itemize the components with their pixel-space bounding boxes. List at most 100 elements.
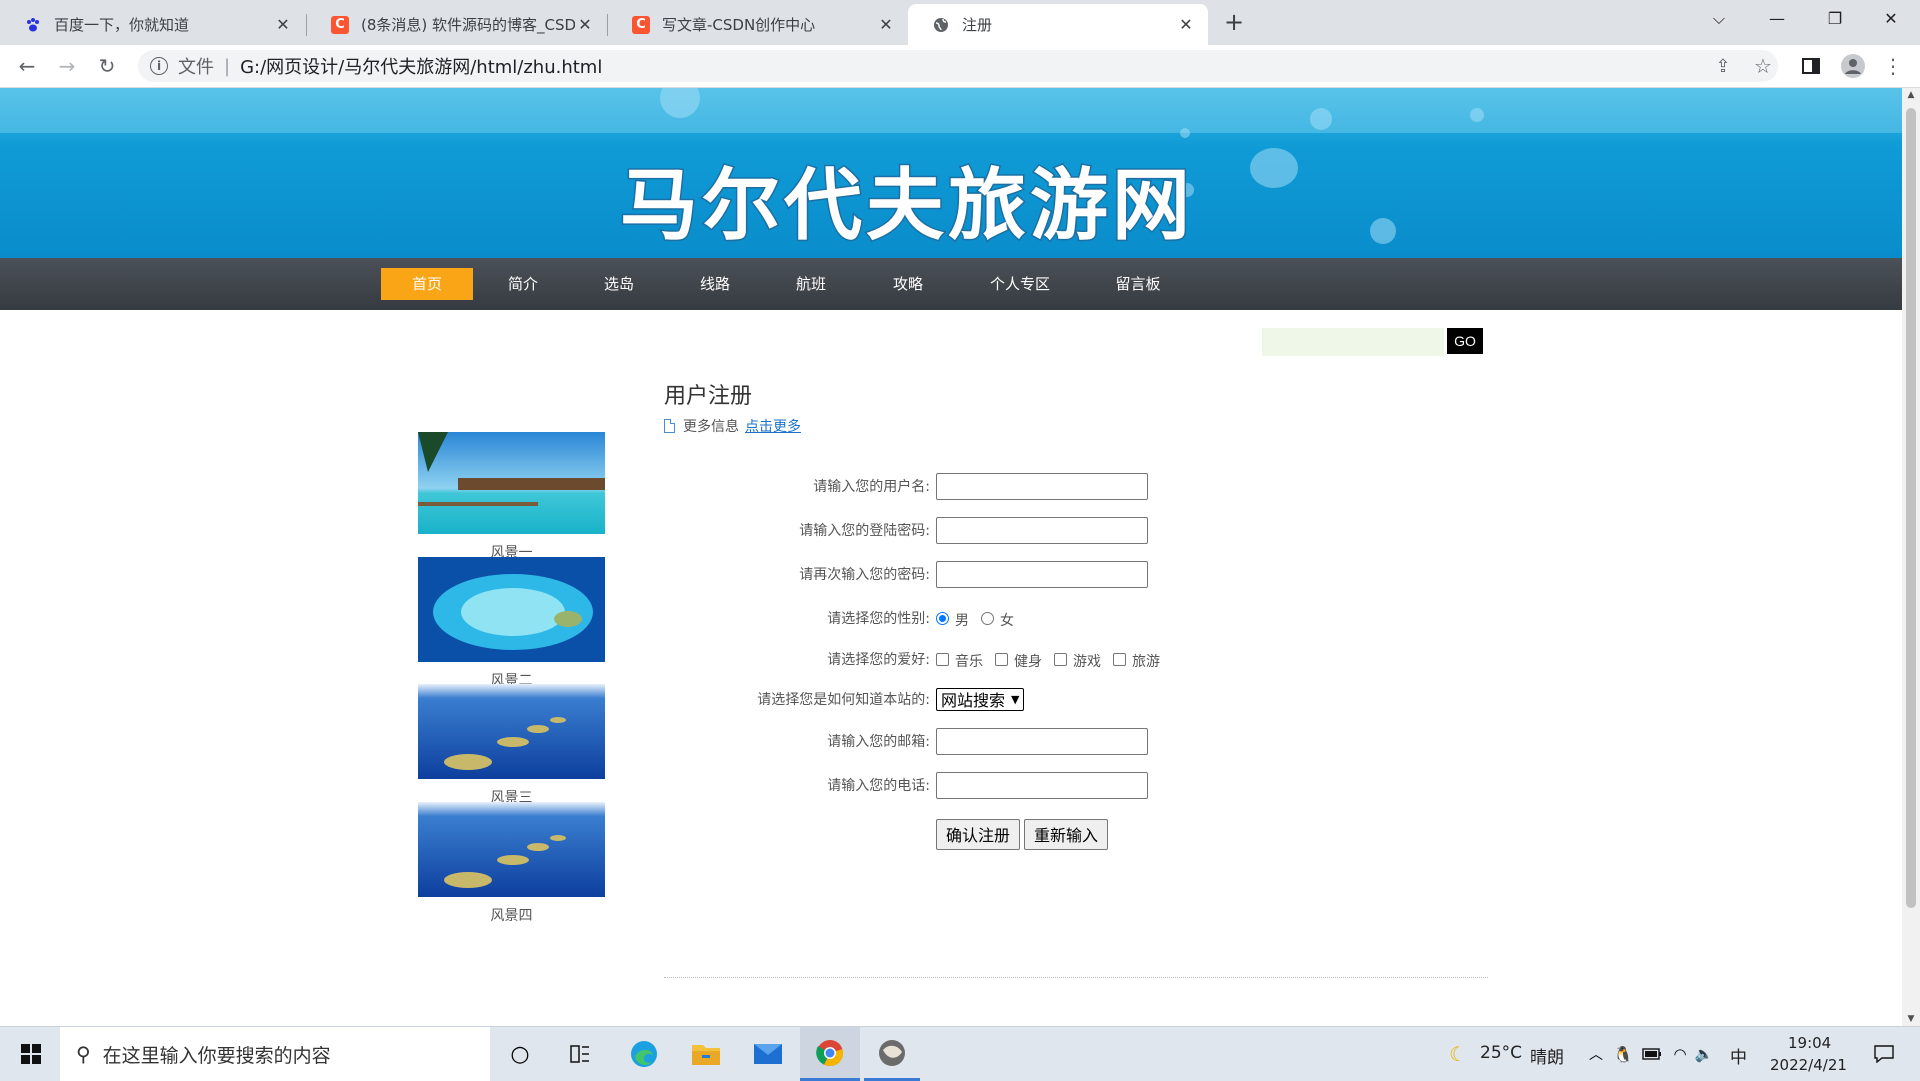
menu-kebab-icon[interactable]: ⋮ [1878,51,1908,81]
browser-tab-csdn-blog[interactable]: C (8条消息) 软件源码的博客_CSDN ✕ [307,4,607,45]
source-label: 请选择您是如何知道本站的: [757,692,930,708]
phone-label: 请输入您的电话: [827,778,930,794]
bookmark-star-icon[interactable]: ☆ [1748,51,1778,81]
scroll-down-icon[interactable]: ▼ [1902,1014,1920,1024]
close-tab-icon[interactable]: ✕ [1176,15,1196,34]
nav-islands[interactable]: 选岛 [574,268,664,300]
hobby-travel-checkbox[interactable] [1113,652,1126,666]
weather-condition[interactable]: 晴朗 [1530,1043,1564,1068]
main-navbar: 首页 简介 选岛 线路 航班 攻略 个人专区 留言板 [0,258,1902,310]
gender-female-label: 女 [1000,613,1014,629]
csdn-icon: C [331,15,349,34]
info-icon[interactable]: i [150,57,168,75]
source-selected-value: 网站搜索 [941,691,1006,710]
tray-chevron-up-icon[interactable]: ︿ [1584,1027,1608,1081]
minimize-icon[interactable]: — [1748,0,1806,40]
ime-indicator[interactable]: 中 [1730,1043,1747,1068]
decor-splash [1310,108,1332,130]
notification-center-icon[interactable] [1864,1027,1904,1081]
confirm-password-row: 请再次输入您的密码: [660,559,1360,589]
hobby-games-checkbox[interactable] [1054,652,1067,666]
nav-routes[interactable]: 线路 [670,268,760,300]
scenery-card: 风景四 [418,802,605,925]
reload-icon[interactable]: ↻ [92,51,122,81]
clock-date[interactable]: 2022/4/21 [1770,1056,1847,1074]
volume-icon[interactable]: 🔈 [1692,1027,1716,1081]
page-title: 用户注册 [664,384,753,409]
address-bar[interactable]: i 文件 | G:/网页设计/马尔代夫旅游网/html/zhu.html [138,50,1778,82]
close-tab-icon[interactable]: ✕ [273,15,293,34]
username-label: 请输入您的用户名: [813,479,930,495]
hobby-fitness-checkbox[interactable] [995,652,1008,666]
scroll-up-icon[interactable]: ▲ [1902,90,1920,100]
close-tab-icon[interactable]: ✕ [876,15,896,34]
scenery-image-overwater-villas [418,432,605,534]
taskbar-search-box[interactable]: ⚲ 在这里输入你要搜索的内容 [60,1027,490,1081]
hobby-travel-label: 旅游 [1132,654,1160,670]
tab-search-chevron-icon[interactable]: ⌵ [1690,0,1748,40]
browser-tab-csdn-write[interactable]: C 写文章-CSDN创作中心 ✕ [608,4,908,45]
tab-title: 写文章-CSDN创作中心 [662,16,816,34]
nav-home[interactable]: 首页 [381,268,473,300]
source-select[interactable]: 网站搜索 ▼ [936,687,1025,711]
more-info-label: 更多信息 [683,419,739,435]
hobby-label: 请选择您的爱好: [827,652,930,668]
weather-moon-icon[interactable]: ☾ [1444,1027,1472,1081]
share-icon[interactable]: ⇪ [1708,51,1738,81]
gender-male-label: 男 [955,613,969,629]
side-panel-icon[interactable] [1796,51,1826,81]
forward-icon[interactable]: → [52,51,82,81]
app-taskbar-icon[interactable] [864,1027,920,1081]
search-go-button[interactable]: GO [1447,328,1483,354]
wifi-icon[interactable]: ◠ [1668,1027,1692,1081]
password-input[interactable] [936,516,1148,544]
document-icon [664,419,675,433]
submit-register-button[interactable]: 确认注册 [936,818,1021,850]
more-link[interactable]: 点击更多 [745,416,801,436]
username-input[interactable] [936,472,1148,500]
nav-guestbook[interactable]: 留言板 [1090,268,1186,300]
file-explorer-icon[interactable] [684,1027,728,1081]
site-search-input[interactable] [1262,328,1444,356]
gender-male-radio[interactable] [936,611,949,625]
nav-intro[interactable]: 简介 [478,268,568,300]
csdn-icon: C [632,15,650,34]
confirm-password-input[interactable] [936,560,1148,588]
email-input[interactable] [936,727,1148,755]
decor-splash [1180,128,1190,138]
new-tab-icon[interactable]: + [1220,8,1248,36]
tab-title: 百度一下，你就知道 [54,16,190,34]
password-row: 请输入您的登陆密码: [660,515,1360,545]
clock-time[interactable]: 19:04 [1788,1034,1831,1052]
nav-flights[interactable]: 航班 [766,268,856,300]
gender-female-radio[interactable] [981,611,994,625]
hobby-music-checkbox[interactable] [936,652,949,666]
edge-browser-icon[interactable] [622,1027,666,1081]
scrollbar-thumb[interactable] [1906,108,1916,908]
weather-temperature[interactable]: 25°C [1480,1043,1522,1063]
email-label: 请输入您的邮箱: [827,734,930,750]
restore-icon[interactable]: ❐ [1806,0,1864,40]
close-window-icon[interactable]: ✕ [1862,0,1920,40]
phone-input[interactable] [936,771,1148,799]
battery-icon[interactable] [1640,1027,1664,1081]
site-logo-title: 马尔代夫旅游网 [618,160,1195,253]
task-view-icon[interactable] [560,1027,600,1081]
profile-avatar-icon[interactable] [1838,51,1868,81]
more-info: 更多信息 点击更多 [664,416,801,436]
cortana-icon[interactable]: ○ [500,1027,540,1081]
qq-penguin-icon[interactable]: 🐧 [1612,1027,1634,1081]
chrome-taskbar-icon[interactable] [800,1027,860,1081]
close-tab-icon[interactable]: ✕ [575,15,595,34]
back-icon[interactable]: ← [12,51,42,81]
reset-button[interactable]: 重新输入 [1024,818,1109,850]
page-viewport: 马尔代夫旅游网 首页 简介 选岛 线路 航班 攻略 个人专区 留言板 GO 风景… [0,88,1902,1026]
windows-start-icon[interactable] [10,1027,52,1081]
page-scrollbar[interactable]: ▲ ▼ [1902,88,1920,1026]
url-text[interactable]: G:/网页设计/马尔代夫旅游网/html/zhu.html [240,53,602,79]
browser-tab-baidu[interactable]: 百度一下，你就知道 ✕ [0,4,305,45]
mail-icon[interactable] [746,1027,790,1081]
nav-guides[interactable]: 攻略 [863,268,953,300]
browser-tab-register[interactable]: 注册 ✕ [908,4,1208,45]
nav-personal[interactable]: 个人专区 [970,268,1070,300]
